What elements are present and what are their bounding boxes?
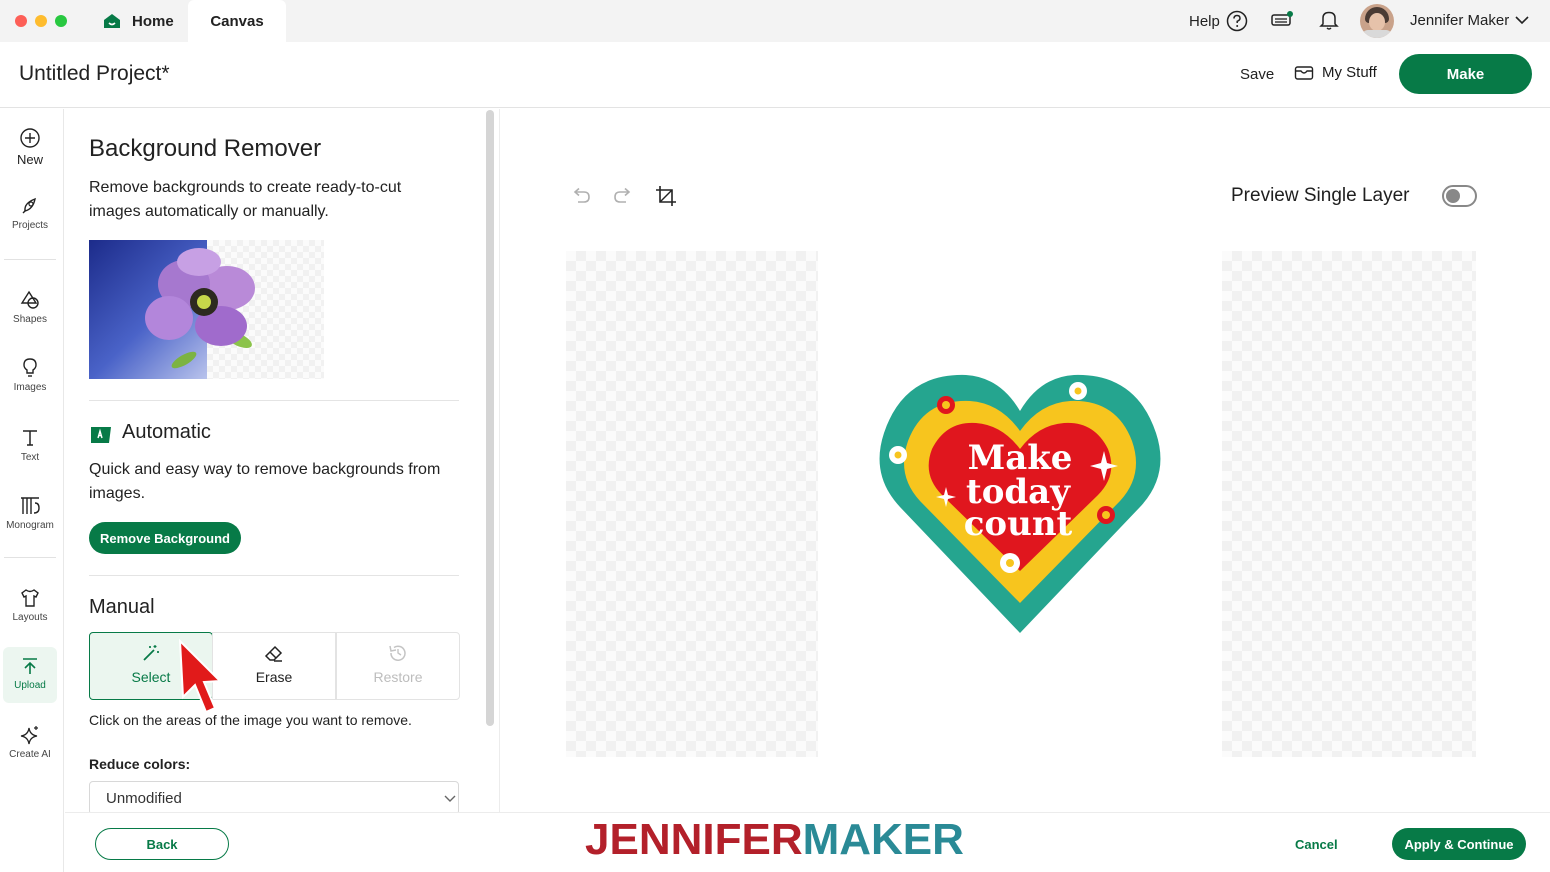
preview-single-layer-label: Preview Single Layer (1231, 185, 1410, 206)
close-window-button[interactable] (15, 15, 27, 27)
rail-text[interactable]: Text (0, 427, 60, 463)
pointer-arrow-icon (178, 639, 223, 714)
watermark-logo: JENNIFERMAKER (585, 815, 964, 865)
shapes-icon (20, 290, 39, 309)
panel-description: Remove backgrounds to create ready-to-cu… (89, 179, 402, 220)
sparkle-icon (20, 726, 38, 745)
watermark-part2: MAKER (802, 815, 964, 864)
rail-upload-label: Upload (14, 680, 46, 691)
window-titlebar: Home Canvas Help Jennifer Maker (0, 0, 1550, 42)
tab-canvas[interactable]: Canvas (188, 0, 286, 42)
rail-create-ai-label: Create AI (9, 749, 51, 760)
manual-hint: Click on the areas of the image you want… (89, 712, 412, 728)
canvas-area: Preview Single Layer Make today count (499, 109, 1550, 812)
undo-icon[interactable] (570, 187, 592, 205)
user-name[interactable]: Jennifer Maker (1410, 12, 1509, 29)
auto-remove-icon (91, 427, 111, 443)
help-label: Help (1189, 12, 1220, 30)
rail-layouts[interactable]: Layouts (0, 587, 60, 623)
bell-icon[interactable] (1318, 9, 1340, 31)
rail-shapes[interactable]: Shapes (0, 289, 60, 325)
maximize-window-button[interactable] (55, 15, 67, 27)
reduce-colors-dropdown[interactable]: Unmodified (89, 781, 459, 815)
example-image (89, 240, 324, 379)
section-divider (89, 575, 459, 576)
rail-projects-label: Projects (11, 220, 49, 231)
rail-upload[interactable]: Upload (3, 647, 57, 703)
preview-single-layer-toggle[interactable] (1442, 185, 1477, 207)
watermark-part1: JENNIFER (585, 815, 803, 864)
erase-tool-label: Erase (255, 669, 293, 685)
remove-background-button[interactable]: Remove Background (89, 522, 241, 554)
rail-new-label: New (16, 152, 43, 167)
manual-heading: Manual (89, 596, 155, 618)
left-toolbar: New Projects Shapes Images Text Monogram… (0, 109, 64, 872)
minimize-window-button[interactable] (35, 15, 47, 27)
inbox-icon (1294, 65, 1314, 80)
rail-create-ai[interactable]: Create AI (0, 724, 60, 760)
restore-history-icon (389, 645, 406, 661)
footer-bar: Back JENNIFERMAKER Cancel Apply & Contin… (65, 812, 1550, 872)
background-remover-panel: Background Remover Remove backgrounds to… (65, 109, 497, 815)
apply-continue-button[interactable]: Apply & Continue (1392, 828, 1526, 860)
chevron-down-icon[interactable] (1514, 14, 1530, 26)
rail-divider (4, 259, 56, 260)
rocket-icon (22, 197, 36, 214)
flower-picture (145, 248, 255, 369)
rail-monogram-label: Monogram (6, 520, 54, 531)
tab-home[interactable]: Home (100, 0, 186, 42)
lightbulb-icon (23, 358, 37, 377)
my-stuff-label: My Stuff (1322, 64, 1377, 81)
monogram-icon (21, 497, 40, 514)
transparent-region-left (566, 251, 818, 757)
chevron-down-icon (444, 795, 456, 802)
heart-design-image[interactable]: Make today count (870, 367, 1170, 637)
avatar[interactable] (1360, 4, 1394, 38)
make-button[interactable]: Make (1399, 54, 1532, 94)
rail-images[interactable]: Images (0, 357, 60, 393)
automatic-heading: Automatic (122, 421, 211, 443)
tab-canvas-label: Canvas (210, 12, 264, 30)
reduce-colors-label: Reduce colors: (89, 756, 191, 772)
rail-images-label: Images (13, 382, 47, 393)
transparent-region-right (1222, 251, 1476, 757)
redo-icon[interactable] (612, 187, 634, 205)
restore-tool-button[interactable]: Restore (336, 632, 460, 700)
design-text-line3: count (964, 504, 1073, 544)
rail-new[interactable]: New (0, 127, 60, 167)
select-tool-label: Select (131, 669, 171, 685)
rail-monogram[interactable]: Monogram (0, 495, 60, 531)
cancel-button[interactable]: Cancel (1295, 837, 1338, 852)
upload-icon (23, 658, 37, 674)
rail-shapes-label: Shapes (13, 314, 47, 325)
my-stuff-button[interactable]: My Stuff (1294, 64, 1377, 81)
panel-title: Background Remover (89, 135, 322, 162)
rail-text-label: Text (20, 452, 40, 463)
rail-divider (4, 557, 56, 558)
rail-layouts-label: Layouts (12, 612, 48, 623)
save-button[interactable]: Save (1240, 66, 1274, 83)
project-header: Untitled Project* Save My Stuff Make (0, 42, 1550, 108)
magic-wand-icon (143, 645, 159, 661)
reduce-colors-value: Unmodified (106, 790, 182, 807)
question-icon (1226, 10, 1248, 32)
plus-circle-icon (20, 128, 40, 148)
panel-scrollbar[interactable] (486, 110, 494, 726)
tshirt-icon (21, 589, 39, 607)
back-button[interactable]: Back (95, 828, 229, 860)
automatic-description: Quick and easy way to remove backgrounds… (89, 461, 441, 502)
crop-icon[interactable] (654, 184, 678, 208)
help-button[interactable]: Help (1189, 10, 1248, 32)
restore-tool-label: Restore (373, 669, 423, 685)
machine-icon[interactable] (1270, 10, 1294, 30)
eraser-icon (264, 645, 283, 662)
text-t-icon (23, 430, 37, 446)
tab-home-label: Home (132, 12, 174, 30)
section-divider (89, 400, 459, 401)
rail-projects[interactable]: Projects (0, 195, 60, 231)
home-icon (104, 14, 120, 28)
project-title[interactable]: Untitled Project* (19, 62, 170, 86)
